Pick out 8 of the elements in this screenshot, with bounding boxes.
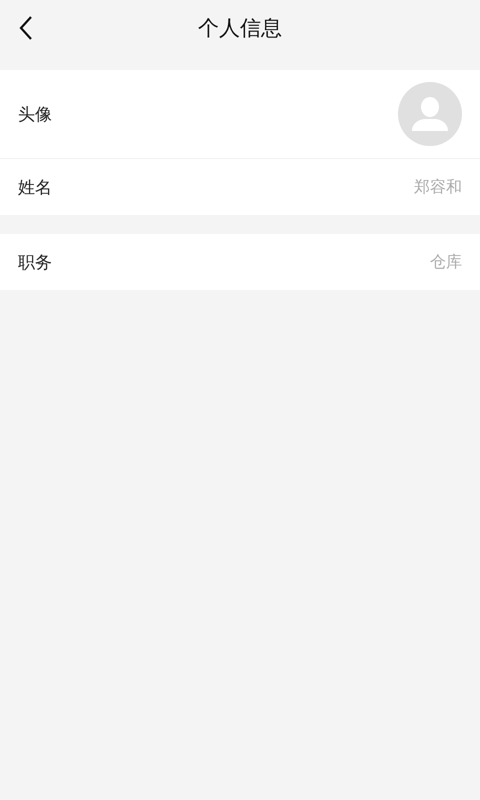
avatar-icon (398, 82, 462, 146)
row-label: 职务 (18, 252, 52, 274)
page-title: 个人信息 (198, 15, 282, 42)
row-label: 姓名 (18, 176, 52, 198)
back-icon (18, 15, 34, 41)
row-value: 仓库 (430, 252, 462, 272)
row-value: 郑容和 (414, 176, 462, 198)
row-label: 头像 (18, 104, 52, 126)
